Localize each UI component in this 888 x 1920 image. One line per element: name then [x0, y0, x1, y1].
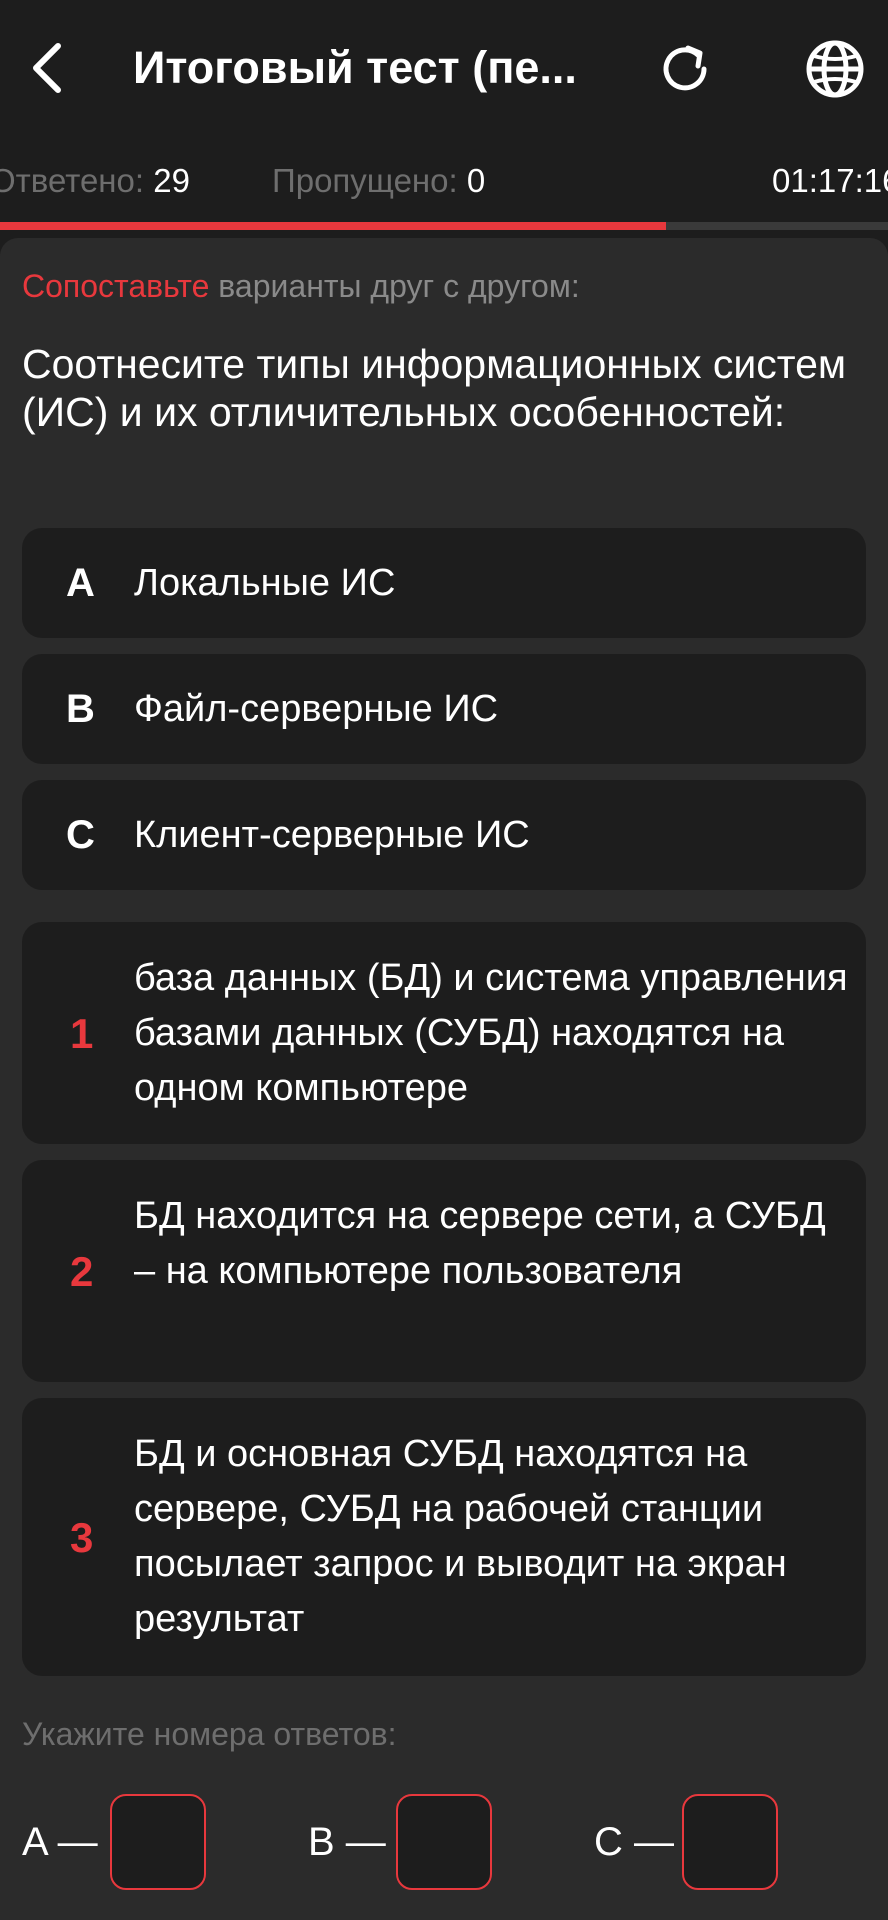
- stats-bar: Ответено: 29 Пропущено: 0 01:17:16: [0, 140, 888, 222]
- language-button[interactable]: [802, 36, 868, 102]
- answer-label-a: A —: [22, 1820, 98, 1864]
- option-text: Файл-серверные ИС: [134, 688, 499, 730]
- answer-label-b: B —: [308, 1820, 386, 1864]
- instruction-accent: Сопоставьте: [22, 268, 210, 304]
- option-b: B Файл-серверные ИС: [22, 654, 866, 764]
- instruction-rest: варианты друг с другом:: [209, 268, 580, 304]
- answer-input-a[interactable]: [110, 1794, 206, 1890]
- option-text: Клиент-серверные ИС: [134, 814, 530, 856]
- answers-label: Укажите номера ответов:: [22, 1716, 397, 1752]
- answer-input-b[interactable]: [396, 1794, 492, 1890]
- reload-button[interactable]: [652, 36, 718, 102]
- option-a: A Локальные ИС: [22, 528, 866, 638]
- option-text: Локальные ИС: [134, 562, 396, 604]
- back-button[interactable]: [22, 36, 74, 100]
- skipped-counter: Пропущено: 0: [272, 140, 485, 222]
- option-c: C Клиент-серверные ИС: [22, 780, 866, 890]
- option-text: БД и основная СУБД находятся на сервере,…: [134, 1433, 787, 1640]
- instruction-text: Сопоставьте варианты друг с другом:: [22, 264, 580, 308]
- skipped-value: 0: [466, 162, 486, 199]
- app-header: Итоговый тест (пе...: [0, 0, 888, 140]
- answered-label: Ответено:: [0, 162, 145, 199]
- option-2: 2 БД находится на сервере сети, а СУБД –…: [22, 1160, 866, 1382]
- answer-input-c[interactable]: [682, 1794, 778, 1890]
- option-number: 2: [70, 1248, 94, 1295]
- option-number: 1: [70, 1010, 94, 1057]
- question-text: Соотнесите типы информационных систем (И…: [22, 341, 847, 435]
- option-letter: A: [66, 561, 95, 605]
- answered-counter: Ответено: 29: [0, 140, 190, 222]
- option-1: 1 база данных (БД) и система управления …: [22, 922, 866, 1144]
- reload-icon: [663, 45, 707, 91]
- answered-value: 29: [153, 162, 190, 199]
- timer: 01:17:16: [772, 162, 888, 199]
- option-text: база данных (БД) и система управления ба…: [134, 957, 848, 1109]
- option-number: 3: [70, 1514, 94, 1561]
- option-letter: B: [66, 687, 95, 731]
- progress-bar: [0, 222, 888, 230]
- skipped-label: Пропущено:: [272, 162, 458, 199]
- option-3: 3 БД и основная СУБД находятся на сервер…: [22, 1398, 866, 1676]
- answer-label-c: C —: [594, 1820, 674, 1864]
- progress-fill: [0, 222, 666, 230]
- globe-icon: [806, 40, 864, 98]
- option-text: БД находится на сервере сети, а СУБД – н…: [134, 1195, 826, 1292]
- option-letter: C: [66, 813, 95, 857]
- chevron-left-icon: [33, 43, 61, 93]
- page-title: Итоговый тест (пе...: [133, 42, 577, 93]
